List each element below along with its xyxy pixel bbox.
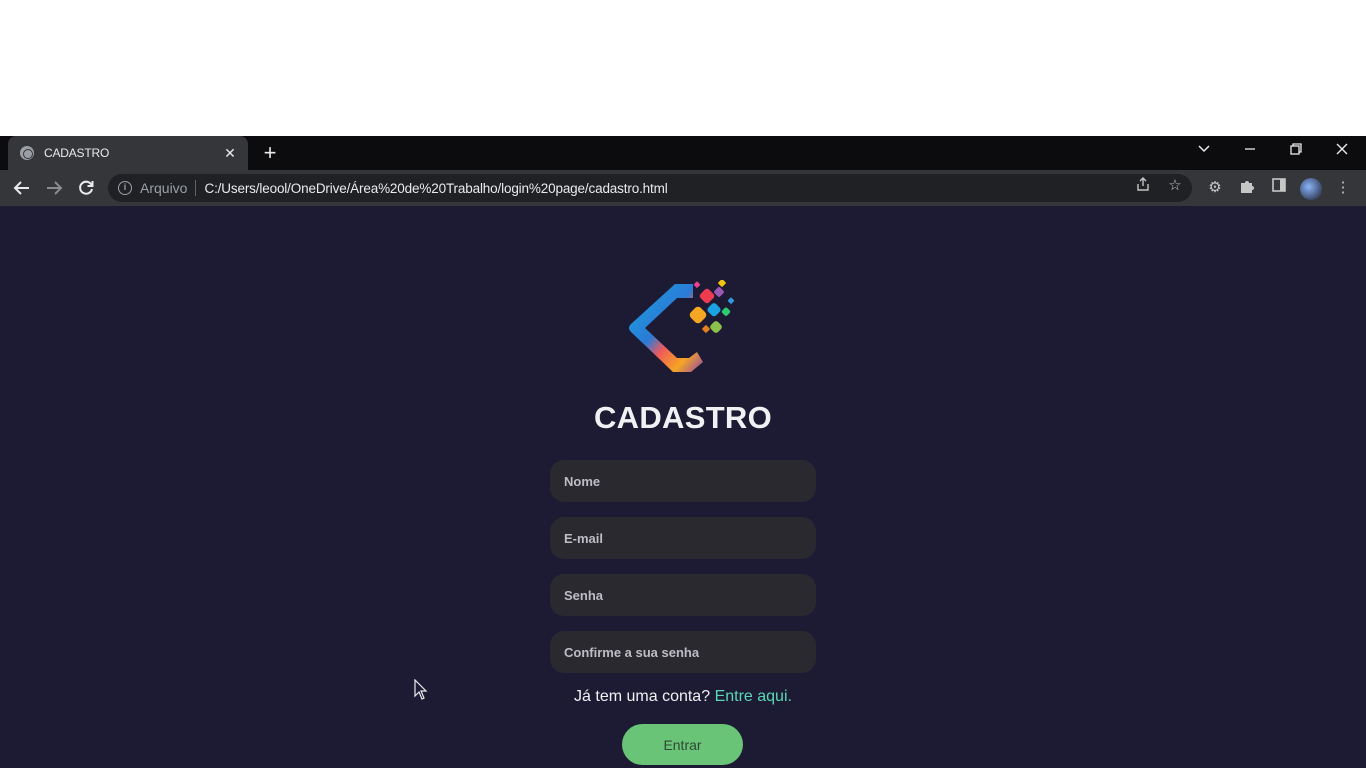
signup-page: CADASTRO Já tem uma conta? Entre aqui. E…: [0, 206, 1366, 768]
side-panel-icon[interactable]: [1269, 178, 1289, 198]
login-prompt-line: Já tem uma conta? Entre aqui.: [483, 688, 883, 706]
address-scheme-label: Arquivo: [140, 180, 188, 196]
app-logo: [629, 280, 735, 372]
login-prompt-text: Já tem uma conta?: [574, 688, 711, 705]
address-bar[interactable]: i Arquivo C:/Users/leool/OneDrive/Área%2…: [108, 174, 1192, 202]
bookmark-star-icon[interactable]: ☆: [1164, 176, 1186, 194]
confirm-password-field[interactable]: [550, 631, 816, 673]
new-tab-button[interactable]: +: [256, 140, 284, 166]
close-window-button[interactable]: [1319, 136, 1365, 166]
extension-gear-icon[interactable]: ⚙: [1205, 178, 1225, 198]
info-icon[interactable]: i: [118, 181, 132, 195]
tab-title: CADASTRO: [44, 146, 110, 160]
browser-toolbar: i Arquivo C:/Users/leool/OneDrive/Área%2…: [0, 170, 1366, 206]
forward-arrow-icon[interactable]: [42, 176, 66, 200]
url-text[interactable]: C:/Users/leool/OneDrive/Área%20de%20Trab…: [204, 181, 667, 196]
share-icon[interactable]: [1132, 176, 1154, 196]
mouse-cursor-icon: [414, 679, 428, 700]
login-link[interactable]: Entre aqui.: [715, 688, 792, 705]
blank-area-above-browser: [0, 0, 1366, 136]
globe-icon: [20, 146, 34, 160]
restore-button[interactable]: [1273, 136, 1319, 166]
reload-icon[interactable]: [74, 176, 98, 200]
address-separator: [195, 180, 197, 196]
extensions-puzzle-icon[interactable]: [1237, 178, 1257, 198]
tab-strip: CADASTRO ✕ +: [0, 136, 1366, 170]
browser-window: CADASTRO ✕ + i Arquivo C:/Users/leool/On…: [0, 136, 1366, 768]
submit-button[interactable]: Entrar: [622, 724, 743, 765]
password-field[interactable]: [550, 574, 816, 616]
back-arrow-icon[interactable]: [10, 176, 34, 200]
tab-cadastro[interactable]: CADASTRO ✕: [8, 136, 248, 170]
close-icon[interactable]: ✕: [218, 145, 242, 162]
page-title: CADASTRO: [593, 400, 773, 435]
more-menu-icon[interactable]: ⋮: [1333, 178, 1353, 198]
profile-avatar[interactable]: [1300, 178, 1322, 200]
email-field[interactable]: [550, 517, 816, 559]
minimize-button[interactable]: [1227, 136, 1273, 166]
tab-search-chevron-down-icon[interactable]: [1181, 136, 1227, 166]
name-field[interactable]: [550, 460, 816, 502]
